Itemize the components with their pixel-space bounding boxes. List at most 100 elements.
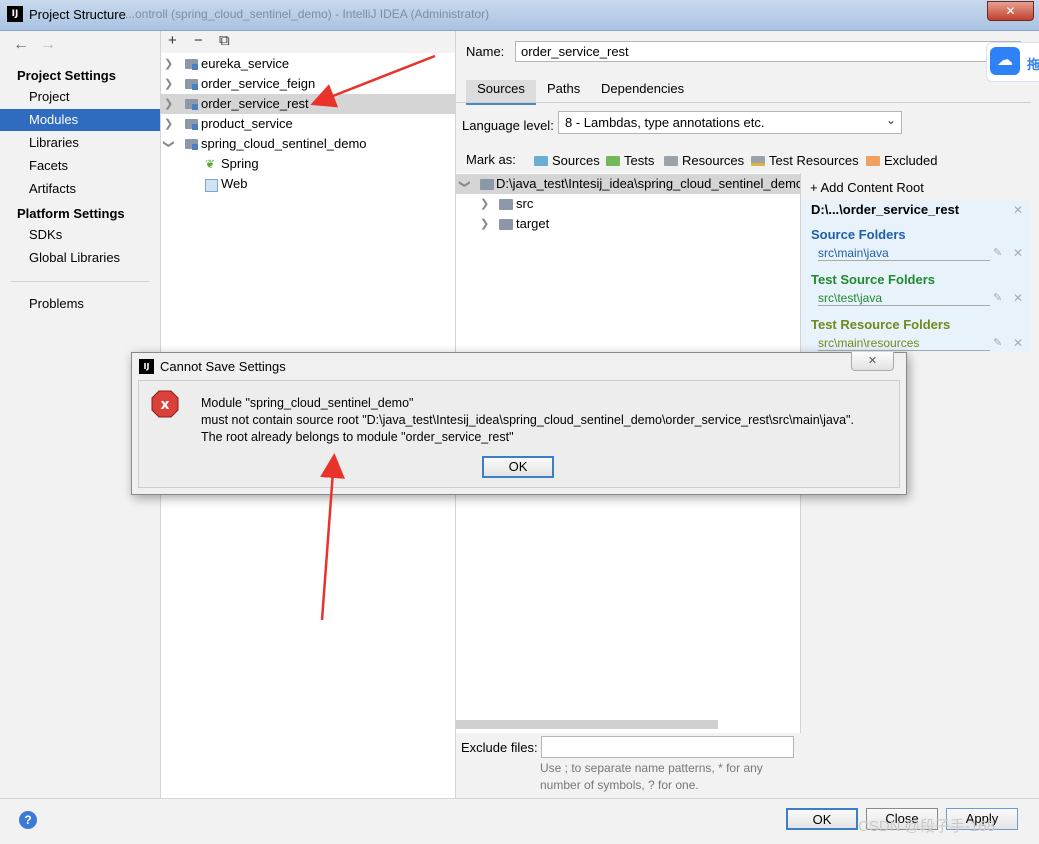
sources-folder-icon — [534, 156, 548, 166]
remove-folder-icon[interactable]: ✕ — [1013, 246, 1023, 260]
dialog-message-line: must not contain source root "D:\java_te… — [201, 413, 854, 427]
copy-icon[interactable]: ⧉ — [219, 32, 230, 49]
back-arrow-icon[interactable]: ← — [13, 36, 29, 54]
tree-item-label: Spring — [221, 156, 259, 171]
test-resources-folder-icon — [751, 156, 765, 166]
mark-excluded-label: Excluded — [884, 153, 938, 168]
intellij-icon: IJ — [139, 359, 154, 374]
edit-pencil-icon[interactable]: ✎ — [993, 336, 1002, 349]
module-name-input[interactable]: order_service_rest — [515, 41, 1021, 62]
source-folders-label: Source Folders — [811, 227, 906, 242]
nav-item-global-libraries[interactable]: Global Libraries — [0, 247, 160, 269]
web-icon — [205, 179, 218, 192]
nav-item-modules[interactable]: Modules — [0, 109, 160, 131]
test-source-folder-path: src\test\java — [818, 291, 990, 306]
nav-item-facets[interactable]: Facets — [0, 155, 160, 177]
exclude-files-label: Exclude files: — [461, 740, 538, 755]
content-tree-item-src[interactable]: ❯ src — [456, 194, 800, 214]
language-level-select[interactable]: 8 - Lambdas, type annotations etc. — [558, 111, 902, 134]
test-source-folders-label: Test Source Folders — [811, 272, 936, 287]
chevron-right-icon[interactable]: ❯ — [164, 114, 173, 134]
content-root-box: D:\...\order_service_rest ✕ Source Folde… — [801, 200, 1031, 352]
tree-item-label: product_service — [201, 116, 293, 131]
chevron-down-icon[interactable]: ⌄ — [886, 113, 896, 127]
help-icon[interactable]: ? — [19, 811, 37, 829]
tree-item-label: order_service_feign — [201, 76, 316, 91]
tab-dependencies[interactable]: Dependencies — [601, 80, 684, 102]
tree-item-spring[interactable]: ❦ Spring — [161, 154, 455, 174]
tree-item-label: Web — [221, 176, 248, 191]
mark-as-label: Mark as: — [466, 152, 516, 167]
folder-icon — [480, 179, 494, 190]
chevron-right-icon[interactable]: ❯ — [480, 214, 489, 234]
mark-sources-button[interactable]: Sources — [534, 153, 600, 168]
folder-icon — [499, 219, 513, 230]
background-window-title: ...ontroll (spring_cloud_sentinel_demo) … — [125, 7, 490, 21]
nav-item-libraries[interactable]: Libraries — [0, 132, 160, 154]
remove-folder-icon[interactable]: ✕ — [1013, 336, 1023, 350]
content-root-path: D:\java_test\Intesij_idea\spring_cloud_s… — [496, 176, 800, 191]
dialog-ok-button[interactable]: OK — [482, 456, 554, 478]
tree-item-eureka-service[interactable]: ❯ eureka_service — [161, 54, 455, 74]
exclude-files-input[interactable] — [541, 736, 794, 758]
cloud-icon[interactable]: ☁ — [990, 47, 1020, 75]
chevron-right-icon[interactable]: ❯ — [164, 94, 173, 114]
nav-item-sdks[interactable]: SDKs — [0, 224, 160, 246]
cloud-widget-text: 拖 — [1027, 57, 1039, 72]
chevron-right-icon[interactable]: ❯ — [164, 74, 173, 94]
module-folder-icon — [185, 119, 198, 130]
source-folder-path: src\main\java — [818, 246, 990, 261]
remove-icon[interactable]: − — [194, 32, 203, 49]
edit-pencil-icon[interactable]: ✎ — [993, 291, 1002, 304]
nav-divider — [10, 281, 150, 282]
tree-item-web[interactable]: Web — [161, 174, 455, 194]
spring-leaf-icon: ❦ — [205, 157, 216, 171]
mark-resources-button[interactable]: Resources — [664, 153, 744, 168]
content-tree-item-target[interactable]: ❯ target — [456, 214, 800, 234]
window-title: Project Structure — [29, 7, 126, 22]
tree-item-order-service-feign[interactable]: ❯ order_service_feign — [161, 74, 455, 94]
tab-paths[interactable]: Paths — [547, 80, 580, 102]
exclude-files-hint: number of symbols, ? for one. — [540, 778, 699, 792]
test-resource-folder-path: src\main\resources — [818, 336, 990, 351]
resources-folder-icon — [664, 156, 678, 166]
edit-pencil-icon[interactable]: ✎ — [993, 246, 1002, 259]
dialog-title: Cannot Save Settings — [160, 359, 286, 374]
window-close-button[interactable]: ✕ — [987, 1, 1034, 21]
tree-item-spring-cloud-sentinel-demo[interactable]: ❯ spring_cloud_sentinel_demo — [161, 134, 455, 154]
tree-item-product-service[interactable]: ❯ product_service — [161, 114, 455, 134]
chevron-down-icon[interactable]: ❯ — [159, 139, 179, 148]
tree-item-label: spring_cloud_sentinel_demo — [201, 136, 367, 151]
chevron-right-icon[interactable]: ❯ — [164, 54, 173, 74]
chevron-right-icon[interactable]: ❯ — [480, 194, 489, 214]
content-root-title: D:\...\order_service_rest — [811, 202, 960, 217]
add-icon[interactable]: + — [168, 32, 177, 49]
module-tree-toolbar — [161, 31, 455, 53]
nav-item-project[interactable]: Project — [0, 86, 160, 108]
mark-test-resources-button[interactable]: Test Resources — [751, 153, 859, 168]
add-content-root-button[interactable]: + Add Content Root — [810, 180, 924, 195]
forward-arrow-icon[interactable]: → — [40, 36, 56, 54]
remove-root-icon[interactable]: ✕ — [1013, 203, 1023, 217]
watermark: CSDN @段子手-168 — [858, 818, 995, 835]
mark-sources-label: Sources — [552, 153, 600, 168]
chevron-down-icon[interactable]: ❯ — [456, 179, 475, 188]
mark-tests-button[interactable]: Tests — [606, 153, 654, 168]
platform-settings-heading: Platform Settings — [17, 206, 125, 221]
tree-item-label: src — [516, 196, 534, 211]
add-content-root-label: Add Content Root — [820, 180, 924, 195]
dialog-close-button[interactable]: ✕ — [851, 352, 894, 371]
tests-folder-icon — [606, 156, 620, 166]
content-root-row[interactable]: ❯ D:\java_test\Intesij_idea\spring_cloud… — [456, 174, 800, 194]
mark-resources-label: Resources — [682, 153, 745, 168]
dialog-message-line: Module "spring_cloud_sentinel_demo" — [201, 396, 414, 410]
horizontal-scrollbar[interactable] — [456, 720, 718, 729]
tree-item-order-service-rest[interactable]: ❯ order_service_rest — [161, 94, 455, 114]
remove-folder-icon[interactable]: ✕ — [1013, 291, 1023, 305]
ok-button[interactable]: OK — [786, 808, 858, 830]
nav-item-artifacts[interactable]: Artifacts — [0, 178, 160, 200]
nav-item-problems[interactable]: Problems — [0, 293, 160, 315]
mark-excluded-button[interactable]: Excluded — [866, 153, 937, 168]
tree-item-label: target — [516, 216, 550, 231]
module-folder-icon — [185, 139, 198, 150]
